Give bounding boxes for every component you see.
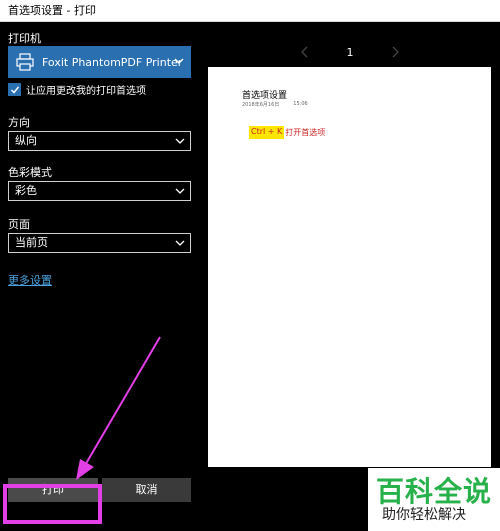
preview-time: 15:06	[293, 101, 308, 107]
printer-dropdown[interactable]: Foxit PhantomPDF Printer	[8, 46, 191, 78]
pages-dropdown[interactable]: 当前页	[8, 233, 191, 253]
chevron-down-icon	[175, 240, 185, 246]
preview-title: 首选项设置	[242, 91, 288, 101]
print-preview-page: 首选项设置 2018年6月16日 15:06 Ctrl + K 打开首选项	[208, 67, 491, 467]
more-settings-link[interactable]: 更多设置	[8, 272, 52, 288]
color-mode-value: 彩色	[15, 184, 37, 197]
allow-app-preferences-option[interactable]: 让应用更改我的打印首选项	[8, 82, 146, 97]
chevron-down-icon	[175, 138, 185, 144]
watermark-logo: 百科全说 助你轻松解决	[368, 468, 500, 531]
check-icon	[10, 86, 19, 94]
chevron-down-icon	[174, 58, 184, 64]
color-mode-label: 色彩模式	[8, 166, 52, 179]
orientation-value: 纵向	[15, 134, 37, 147]
pages-value: 当前页	[15, 236, 48, 249]
chevron-down-icon	[175, 188, 185, 194]
watermark-tagline: 助你轻松解决	[382, 507, 466, 523]
annotation-arrow	[76, 336, 161, 480]
chevron-left-icon[interactable]	[300, 46, 310, 58]
pages-label: 页面	[8, 218, 30, 231]
page-navigator: 1	[300, 42, 400, 62]
orientation-label: 方向	[8, 116, 30, 129]
print-button-highlight	[3, 484, 102, 524]
preview-date: 2018年6月16日	[242, 102, 280, 108]
printer-icon	[16, 53, 34, 71]
allow-app-preferences-checkbox[interactable]	[8, 83, 21, 96]
preview-shortcut-desc: 打开首选项	[285, 128, 326, 137]
printer-name: Foxit PhantomPDF Printer	[42, 55, 183, 69]
preview-shortcut: Ctrl + K	[249, 126, 285, 139]
window-title: 首选项设置 - 打印	[0, 0, 500, 22]
preview-shortcut-line: Ctrl + K 打开首选项	[249, 126, 326, 139]
printer-label: 打印机	[8, 32, 41, 45]
chevron-right-icon[interactable]	[390, 46, 400, 58]
orientation-dropdown[interactable]: 纵向	[8, 131, 191, 151]
page-number: 1	[346, 45, 354, 59]
preview-meta: 2018年6月16日 15:06	[242, 101, 308, 108]
allow-app-preferences-label: 让应用更改我的打印首选项	[26, 86, 146, 97]
color-mode-dropdown[interactable]: 彩色	[8, 181, 191, 201]
